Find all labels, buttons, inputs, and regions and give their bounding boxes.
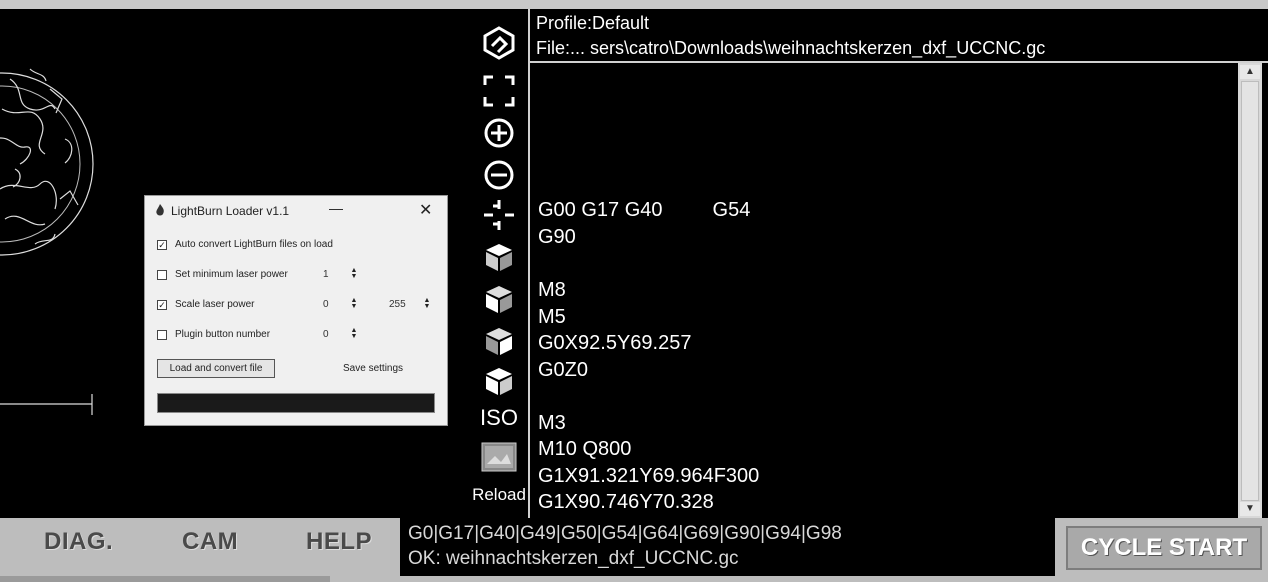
scale-power-min-value[interactable]: 0 — [323, 299, 329, 310]
file-path-label: File:... sers\catro\Downloads\weihnachts… — [536, 38, 1046, 58]
min-power-label: Set minimum laser power — [175, 269, 288, 280]
scale-power-max-value[interactable]: 255 — [389, 299, 406, 310]
save-settings-button[interactable]: Save settings — [343, 363, 403, 374]
plugin-button-value[interactable]: 0 — [323, 329, 329, 340]
gcode-line: G1X90.746Y70.328 — [538, 491, 714, 513]
scale-max-spinner-icon[interactable]: ▲ ▼ — [423, 297, 431, 310]
profile-label: Profile:Default — [536, 13, 650, 33]
tab-help[interactable]: HELP — [306, 528, 372, 556]
zoom-out-icon[interactable] — [478, 157, 520, 193]
tab-diag[interactable]: DIAG. — [44, 528, 113, 556]
gcode-line: M8 — [538, 279, 566, 301]
auto-convert-label: Auto convert LightBurn files on load — [175, 239, 333, 250]
gcode-line: G0X92.5Y69.257 — [538, 332, 692, 354]
bottom-bar: DIAG. CAM HELP G0|G17|G40|G49|G50|G54|G6… — [0, 518, 1268, 582]
lightburn-loader-dialog: LightBurn Loader v1.1 — ✕ ✓ Auto convert… — [144, 195, 448, 426]
scroll-down-arrow-icon[interactable]: ▼ — [1240, 502, 1260, 516]
gcode-scrollbar[interactable]: ▲ ▼ — [1238, 63, 1262, 518]
minimize-icon[interactable]: — — [329, 200, 343, 216]
image-icon[interactable] — [478, 439, 520, 475]
zoom-in-icon[interactable] — [478, 115, 520, 151]
fit-screen-icon[interactable] — [478, 73, 520, 109]
scale-power-checkbox[interactable]: ✓ — [157, 300, 167, 310]
plugin-button-label: Plugin button number — [175, 329, 271, 340]
iso-view-button[interactable]: ISO — [470, 405, 528, 431]
file-info-header: Profile:Default File:... sers\catro\Down… — [530, 9, 1268, 61]
gcode-line: M5 — [538, 306, 566, 328]
view-cube-icon[interactable] — [478, 323, 520, 359]
status-message: OK: weihnachtskerzen_dxf_UCCNC.gc — [408, 548, 739, 569]
scale-power-label: Scale laser power — [175, 299, 255, 310]
view-toolbar: ISO Reload — [470, 9, 528, 518]
modal-state-readout: G0|G17|G40|G49|G50|G54|G64|G69|G90|G94|G… — [408, 523, 842, 544]
status-panel: G0|G17|G40|G49|G50|G54|G64|G69|G90|G94|G… — [400, 518, 1055, 576]
cycle-start-button[interactable]: CYCLE START — [1066, 526, 1262, 570]
logo-icon[interactable] — [478, 25, 520, 61]
gcode-listing[interactable]: G00 G17 G40 G54 G90 M8 M5 G0X92.5Y69.257… — [530, 63, 1238, 518]
min-power-checkbox[interactable] — [157, 270, 167, 280]
reload-button[interactable]: Reload — [470, 485, 528, 505]
gcode-line: M10 Q800 — [538, 438, 632, 460]
close-icon[interactable]: ✕ — [419, 200, 432, 220]
scroll-thumb[interactable] — [1241, 81, 1259, 501]
lightburn-logo-icon — [156, 204, 164, 216]
progress-bar — [157, 393, 435, 413]
min-power-value[interactable]: 1 — [323, 269, 329, 280]
center-icon[interactable] — [478, 197, 520, 233]
bottom-divider — [0, 576, 330, 582]
tab-cam[interactable]: CAM — [182, 528, 238, 556]
top-strip — [0, 0, 1268, 9]
gcode-line: G0Z0 — [538, 359, 589, 381]
min-power-spinner-icon[interactable]: ▲ ▼ — [350, 267, 358, 280]
dialog-title: LightBurn Loader v1.1 — [171, 204, 290, 218]
scroll-up-arrow-icon[interactable]: ▲ — [1240, 65, 1260, 79]
view-cube-icon[interactable] — [478, 239, 520, 275]
plugin-button-spinner-icon[interactable]: ▲ ▼ — [350, 327, 358, 340]
view-cube-icon[interactable] — [478, 281, 520, 317]
gcode-line: M3 — [538, 412, 566, 434]
plugin-button-checkbox[interactable] — [157, 330, 167, 340]
scale-min-spinner-icon[interactable]: ▲ ▼ — [350, 297, 358, 310]
gcode-line: G00 G17 G40 G54 — [538, 199, 751, 221]
gcode-line: G1X91.321Y69.964F300 — [538, 465, 760, 487]
gcode-line: G90 — [538, 226, 576, 248]
load-convert-button[interactable]: Load and convert file — [157, 359, 275, 378]
auto-convert-checkbox[interactable]: ✓ — [157, 240, 167, 250]
view-cube-icon[interactable] — [478, 363, 520, 399]
